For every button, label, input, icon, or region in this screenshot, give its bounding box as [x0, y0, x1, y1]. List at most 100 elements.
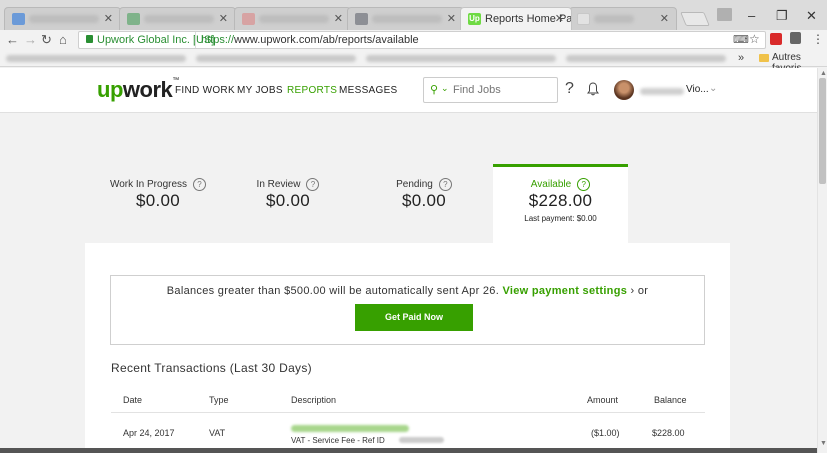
- column-type[interactable]: Type: [209, 395, 229, 405]
- menu-kebab-icon[interactable]: ⋮: [812, 32, 824, 46]
- notice-suffix: › or: [630, 285, 649, 297]
- help-circle-icon[interactable]: ?: [577, 178, 591, 191]
- extension-red-icon[interactable]: [770, 33, 782, 45]
- column-amount[interactable]: Amount: [587, 395, 618, 405]
- upwork-favicon-icon: Up: [468, 13, 481, 25]
- extension-gray-icon[interactable]: [790, 32, 801, 44]
- lock-icon: [86, 35, 93, 43]
- tab-favicon-icon: [12, 13, 25, 25]
- browser-tab-2[interactable]: ✕: [119, 7, 236, 30]
- bookmarks-bar: » Autres favoris: [0, 50, 827, 74]
- scrollbar-thumb[interactable]: [819, 78, 826, 184]
- site-header: upwork™ FIND WORK MY JOBS REPORTS MESSAG…: [0, 68, 817, 113]
- bookmark-star-icon[interactable]: ☆: [749, 32, 760, 46]
- column-date[interactable]: Date: [123, 395, 142, 405]
- close-icon[interactable]: ✕: [447, 12, 456, 25]
- scroll-up-icon[interactable]: ▲: [820, 70, 827, 77]
- balance-available[interactable]: Available? $228.00 Last payment: $0.00: [493, 164, 628, 244]
- minimize-icon[interactable]: –: [748, 8, 755, 23]
- balance-amount: $0.00: [135, 191, 181, 210]
- profile-icon[interactable]: [717, 8, 732, 21]
- browser-tab-4[interactable]: ✕: [347, 7, 464, 30]
- tab-favicon-icon: [355, 13, 368, 25]
- home-icon[interactable]: ⌂: [59, 32, 67, 47]
- description-link-redacted[interactable]: [291, 425, 409, 432]
- balance-label: Work In Progress: [109, 179, 188, 191]
- avatar[interactable]: [614, 80, 634, 100]
- balance-label: In Review: [256, 179, 301, 191]
- search-box[interactable]: ⚲ ⌄: [423, 77, 558, 103]
- search-input[interactable]: [453, 82, 553, 98]
- bookmarks-overflow-icon[interactable]: »: [738, 52, 744, 64]
- secure-label: Upwork Global Inc. [US]: [97, 34, 215, 46]
- user-name[interactable]: Vio...: [686, 84, 709, 95]
- balance-amount: $228.00: [528, 191, 593, 210]
- forward-icon[interactable]: →: [24, 32, 37, 47]
- cell-balance: $228.00: [652, 428, 685, 438]
- auto-payment-notice: Balances greater than $500.00 will be au…: [110, 275, 705, 345]
- cell-date: Apr 24, 2017: [123, 428, 175, 438]
- close-icon[interactable]: ✕: [334, 12, 343, 25]
- chevron-down-icon[interactable]: ⌄: [441, 83, 449, 94]
- browser-tab-6[interactable]: ✕: [569, 7, 677, 30]
- taskbar-edge: [0, 448, 817, 453]
- back-icon[interactable]: ←: [6, 32, 19, 47]
- notice-text: Balances greater than $500.00 will be au…: [166, 285, 500, 297]
- tab-favicon-icon: [242, 13, 255, 25]
- balance-work-in-progress[interactable]: Work In Progress? $0.00: [98, 178, 218, 211]
- browser-tabstrip: ✕ ✕ ✕ ✕ Up Reports Home Page ✕ ✕ – ❐ ✕: [0, 0, 827, 30]
- main-card: Balances greater than $500.00 will be au…: [85, 243, 730, 453]
- last-payment: Last payment: $0.00: [524, 214, 597, 223]
- cell-description: VAT - Service Fee - Ref ID: [291, 436, 385, 445]
- page-scrollbar[interactable]: ▲ ▼: [817, 68, 827, 453]
- balance-pending[interactable]: Pending? $0.00: [369, 178, 479, 211]
- balance-amount: $0.00: [265, 191, 311, 210]
- balance-label: Available: [530, 179, 572, 191]
- url-protocol: https://: [201, 34, 235, 46]
- balance-in-review[interactable]: In Review? $0.00: [233, 178, 343, 211]
- new-tab-button[interactable]: [680, 12, 710, 26]
- help-circle-icon[interactable]: ?: [438, 178, 452, 191]
- tab-favicon-icon: [127, 13, 140, 25]
- nav-reports[interactable]: REPORTS: [287, 85, 337, 96]
- reload-icon[interactable]: ↻: [41, 32, 52, 48]
- browser-toolbar: ← → ↻ ⌂ Upwork Global Inc. [US] https://…: [0, 30, 827, 50]
- url-path: www.upwork.com/ab/reports/available: [234, 34, 419, 46]
- window-close-icon[interactable]: ✕: [806, 8, 817, 24]
- get-paid-now-button[interactable]: Get Paid Now: [355, 304, 473, 331]
- column-description[interactable]: Description: [291, 395, 336, 405]
- balance-amount: $0.00: [401, 191, 447, 210]
- help-circle-icon[interactable]: ?: [306, 178, 320, 191]
- view-payment-settings-link[interactable]: View payment settings: [502, 285, 627, 297]
- close-icon[interactable]: ✕: [555, 12, 564, 25]
- restore-icon[interactable]: ❐: [776, 8, 788, 24]
- cell-amount: ($1.00): [591, 428, 620, 438]
- tab-favicon-icon: [577, 13, 590, 25]
- nav-messages[interactable]: MESSAGES: [339, 85, 398, 96]
- close-icon[interactable]: ✕: [660, 12, 669, 25]
- translate-icon[interactable]: ⌨: [733, 33, 749, 46]
- upwork-logo[interactable]: upwork™: [97, 77, 179, 103]
- table-header: Date Type Description Amount Balance: [111, 385, 705, 413]
- browser-tab-active[interactable]: Up Reports Home Page ✕: [460, 7, 572, 30]
- browser-tab-3[interactable]: ✕: [234, 7, 351, 30]
- column-balance[interactable]: Balance: [654, 395, 687, 405]
- search-icon: ⚲: [430, 84, 439, 96]
- bell-icon[interactable]: [587, 82, 599, 96]
- browser-tab-1[interactable]: ✕: [4, 7, 121, 30]
- close-icon[interactable]: ✕: [104, 12, 113, 25]
- page-viewport: upwork™ FIND WORK MY JOBS REPORTS MESSAG…: [0, 68, 817, 453]
- help-icon[interactable]: ?: [565, 80, 574, 98]
- scroll-down-icon[interactable]: ▼: [820, 440, 827, 447]
- help-circle-icon[interactable]: ?: [193, 178, 207, 191]
- cell-type: VAT: [209, 428, 226, 438]
- balance-label: Pending: [396, 179, 433, 191]
- folder-icon: [759, 54, 769, 62]
- nav-my-jobs[interactable]: MY JOBS: [237, 85, 283, 96]
- url-text[interactable]: https://www.upwork.com/ab/reports/availa…: [201, 34, 419, 46]
- chevron-down-icon[interactable]: ⌄: [709, 83, 717, 94]
- address-bar[interactable]: Upwork Global Inc. [US] https://www.upwo…: [78, 31, 766, 49]
- close-icon[interactable]: ✕: [219, 12, 228, 25]
- nav-find-work[interactable]: FIND WORK: [175, 85, 235, 96]
- recent-transactions-title: Recent Transactions (Last 30 Days): [111, 361, 312, 375]
